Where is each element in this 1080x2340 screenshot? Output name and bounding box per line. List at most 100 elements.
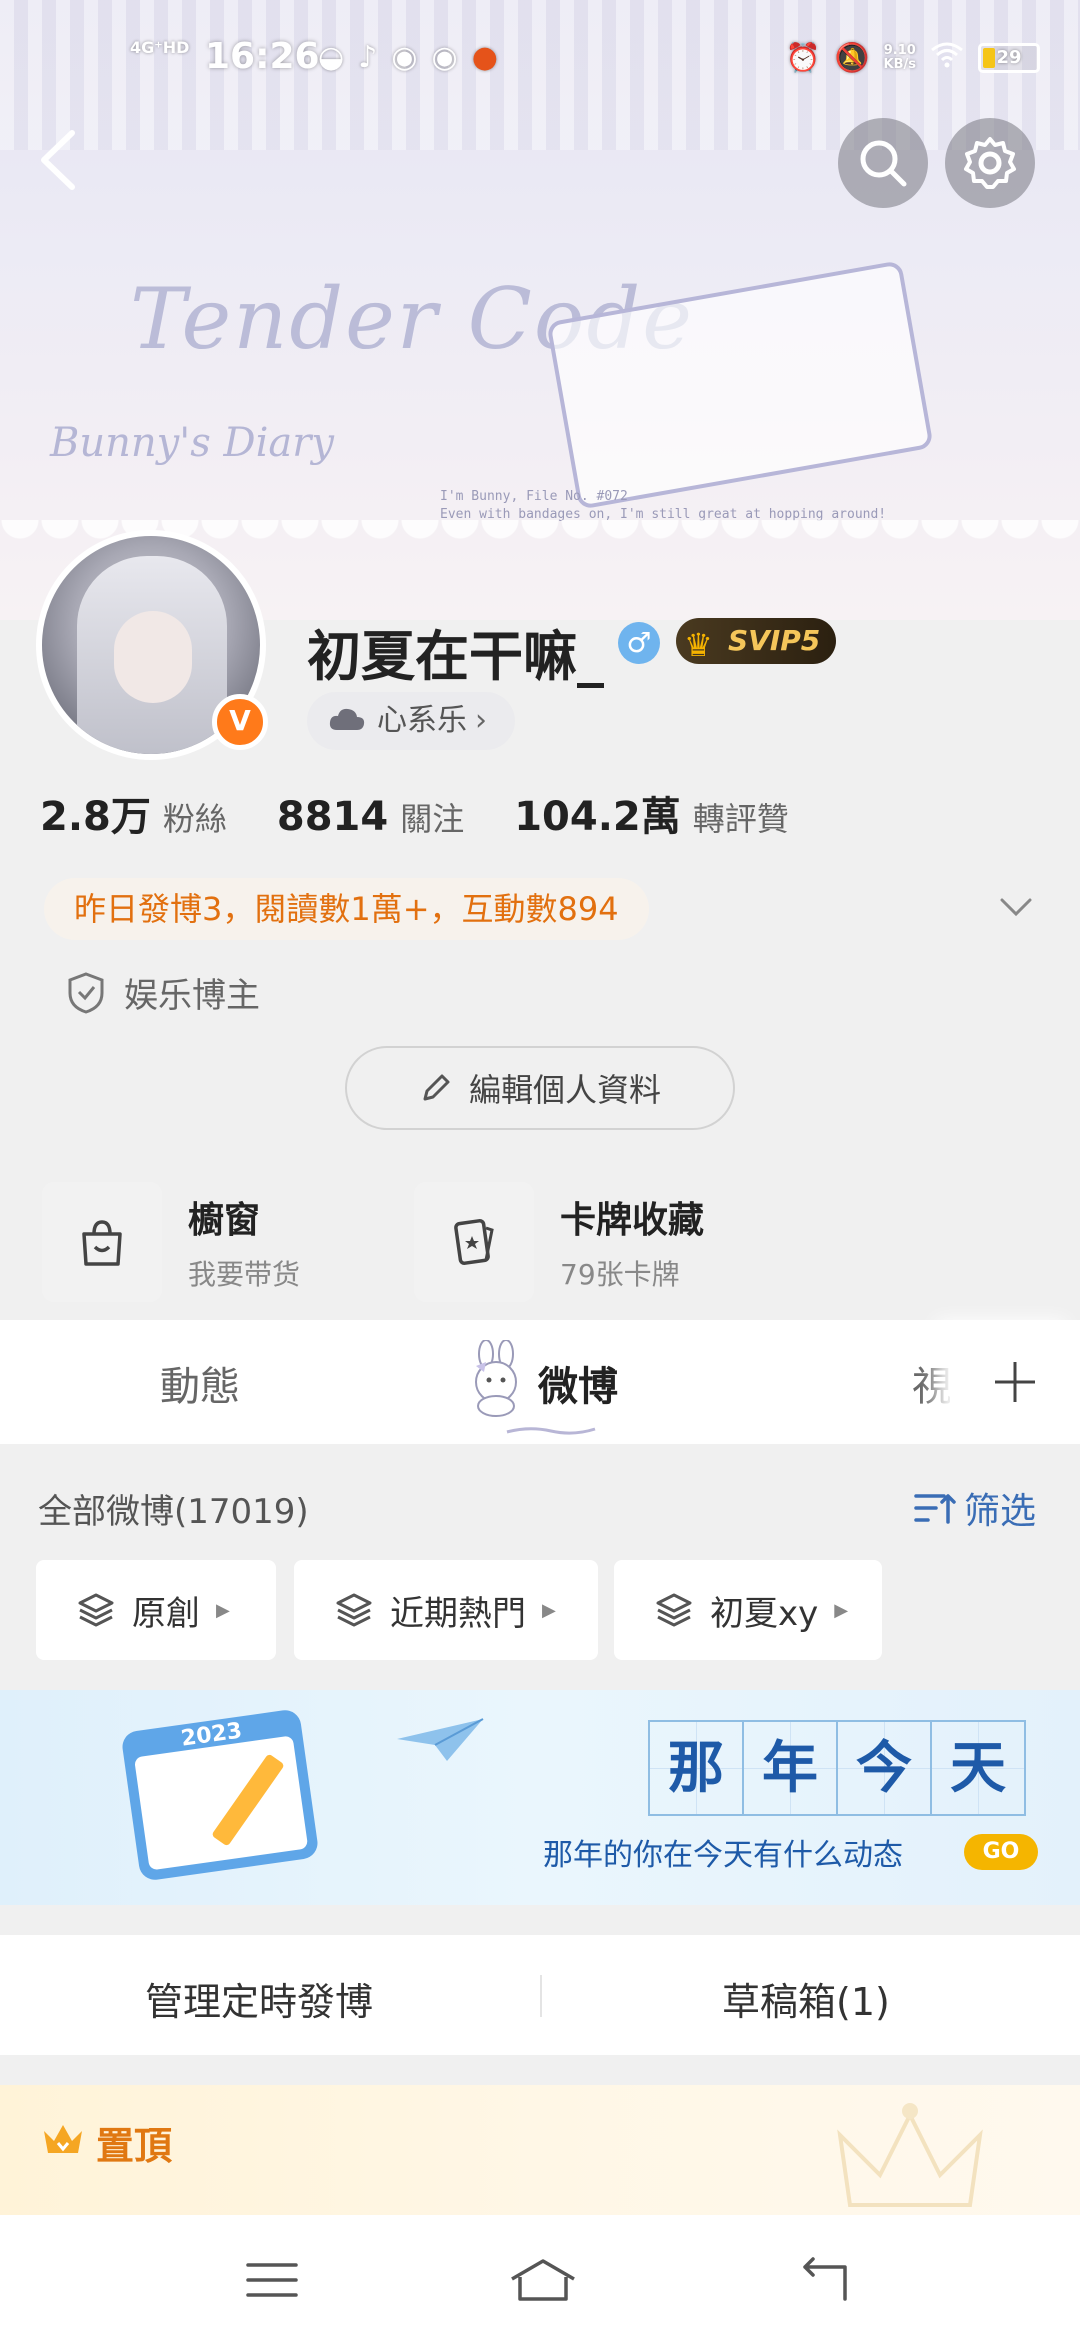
go-button[interactable]: GO <box>964 1834 1038 1870</box>
stat-value: 104.2萬 <box>514 794 681 840</box>
status-time: 16:26 <box>205 36 320 77</box>
filter-button[interactable]: 筛选 <box>912 1482 1036 1534</box>
role-label[interactable]: 娱乐博主 <box>66 968 260 1017</box>
system-navigation-bar <box>0 2215 1080 2340</box>
verified-badge: V <box>212 694 268 750</box>
memory-title: 那 年 今 天 <box>648 1720 1026 1816</box>
drafts-button[interactable]: 草稿箱(1) <box>722 1971 890 2026</box>
memory-title-char: 天 <box>930 1720 1026 1816</box>
stat-followers[interactable]: 2.8万 粉絲 <box>40 784 227 842</box>
wifi-icon <box>930 40 964 75</box>
tab-active-indicator <box>506 1427 596 1435</box>
battery-icon: 29 <box>978 42 1040 73</box>
filter-section: 全部微博(17019) 筛选 原創 ▶ 近期熱門 ▶ 初夏xy ▶ <box>0 1444 1080 1689</box>
memory-title-char: 那 <box>648 1720 744 1816</box>
search-button[interactable] <box>838 118 928 208</box>
chevron-right-icon: › <box>475 703 487 738</box>
layers-icon <box>78 1593 114 1627</box>
feature-icon-box <box>414 1182 534 1302</box>
calendar-page <box>133 1735 309 1871</box>
layers-icon <box>656 1593 692 1627</box>
feature-card-collection[interactable]: 卡牌收藏 79张卡牌 <box>414 1182 704 1302</box>
home-icon[interactable] <box>508 2255 578 2305</box>
stat-following[interactable]: 8814 關注 <box>277 794 464 840</box>
chip-recent-hot[interactable]: 近期熱門 ▶ <box>294 1560 598 1660</box>
gender-male-icon: ♂ <box>618 622 660 664</box>
triangle-right-icon: ▶ <box>216 1599 230 1621</box>
qq-icon: ◒ <box>318 40 359 75</box>
interest-tag[interactable]: 心系乐 › <box>307 692 515 750</box>
stat-label: 轉評贊 <box>692 800 789 838</box>
divider <box>540 1975 542 2017</box>
banner-subtitle: Bunny's Diary <box>50 420 334 466</box>
feature-title: 櫥窗 <box>188 1200 261 1241</box>
memory-title-char: 今 <box>836 1720 932 1816</box>
weibo-icon: ◉ <box>431 40 472 75</box>
memory-banner[interactable]: 2023 那 年 今 天 那年的你在今天有什么动态 GO <box>0 1690 1080 1905</box>
interest-tag-label: 心系乐 <box>377 703 467 738</box>
memory-title-char: 年 <box>742 1720 838 1816</box>
gear-icon <box>964 137 1016 189</box>
activity-summary[interactable]: 昨日發博3，閱讀數1萬+，互動數894 <box>44 878 649 940</box>
feature-subtitle: 79张卡牌 <box>560 1258 680 1291</box>
chip-label: 原創 <box>132 1593 200 1634</box>
menu-icon[interactable] <box>242 2255 302 2305</box>
crown-icon: ♛ <box>684 626 713 664</box>
crown-icon <box>44 2125 82 2153</box>
network-speed: 9.10 KB/s <box>883 42 916 72</box>
pencil-icon <box>423 1074 450 1101</box>
plus-icon <box>995 1362 1035 1402</box>
shield-check-icon <box>68 971 104 1014</box>
filter-icon <box>914 1494 956 1524</box>
layers-icon <box>336 1593 372 1627</box>
post-actions: 管理定時發博 草稿箱(1) <box>0 1935 1080 2055</box>
mute-icon: 🔕 <box>834 41 870 74</box>
profile-cover-banner[interactable]: Tender Code Bunny's Diary I'm Bunny, Fil… <box>0 0 1080 620</box>
notification-icons: ◒♪◉◉● <box>318 40 512 75</box>
content-tabs: 動態 微博 視 <box>0 1320 1080 1444</box>
triangle-right-icon: ▶ <box>834 1599 849 1621</box>
tab-weibo[interactable]: 微博 <box>538 1354 618 1412</box>
search-icon <box>860 140 907 187</box>
network-speed-value: 9.10 <box>883 42 916 58</box>
halloween-icon: ● <box>471 40 512 75</box>
stat-interactions[interactable]: 104.2萬 轉評贊 <box>514 784 789 842</box>
settings-button[interactable] <box>945 118 1035 208</box>
status-bar: 4G⁺HD 16:26 ◒♪◉◉● ⏰ 🔕 9.10 KB/s 29 <box>0 30 1080 90</box>
feature-showcase[interactable]: 櫥窗 我要带货 <box>42 1182 300 1302</box>
edit-profile-label: 編輯個人資料 <box>468 1071 661 1109</box>
profile-stats: 2.8万 粉絲 8814 關注 104.2萬 轉評贊 <box>40 784 839 844</box>
role-text: 娱乐博主 <box>124 976 260 1016</box>
chip-label: 初夏xy <box>710 1593 819 1634</box>
paper-plane-icon <box>397 1718 484 1761</box>
stat-value: 8814 <box>276 794 389 840</box>
chip-custom[interactable]: 初夏xy ▶ <box>614 1560 882 1660</box>
card-icon <box>454 1219 494 1265</box>
pinned-section[interactable]: 置頂 <box>0 2085 1080 2215</box>
add-tab-button[interactable] <box>950 1320 1080 1444</box>
banner-note: I'm Bunny, File No. #072 Even with banda… <box>440 488 886 524</box>
tab-video[interactable]: 視 <box>912 1354 952 1412</box>
network-speed-unit: KB/s <box>883 56 916 72</box>
shopping-bag-icon <box>82 1220 122 1266</box>
chevron-down-icon[interactable] <box>996 892 1036 922</box>
username: 初夏在干嘛_ <box>307 625 604 688</box>
scheduled-posts-button[interactable]: 管理定時發博 <box>145 1971 373 2026</box>
banner-note-line1: I'm Bunny, File No. #072 <box>440 489 628 504</box>
filter-label: 筛选 <box>964 1491 1037 1532</box>
edit-profile-button[interactable]: 編輯個人資料 <box>345 1046 735 1130</box>
chip-original[interactable]: 原創 ▶ <box>36 1560 276 1660</box>
back-nav-icon[interactable] <box>795 2255 855 2305</box>
tab-dynamics[interactable]: 動態 <box>160 1354 240 1412</box>
svip-badge[interactable]: ♛ SVIP5 <box>676 618 837 664</box>
weibo-icon: ◉ <box>391 40 432 75</box>
chip-label: 近期熱門 <box>390 1593 526 1634</box>
calendar-icon: 2023 <box>120 1708 320 1882</box>
triangle-right-icon: ▶ <box>542 1599 556 1621</box>
stat-label: 關注 <box>400 800 465 838</box>
svip-label: SVIP5 <box>728 624 821 657</box>
memory-subtitle: 那年的你在今天有什么动态 <box>543 1838 903 1873</box>
all-weibo-count[interactable]: 全部微博(17019) <box>38 1484 309 1533</box>
back-button[interactable] <box>30 125 90 205</box>
stat-label: 粉絲 <box>162 800 227 838</box>
